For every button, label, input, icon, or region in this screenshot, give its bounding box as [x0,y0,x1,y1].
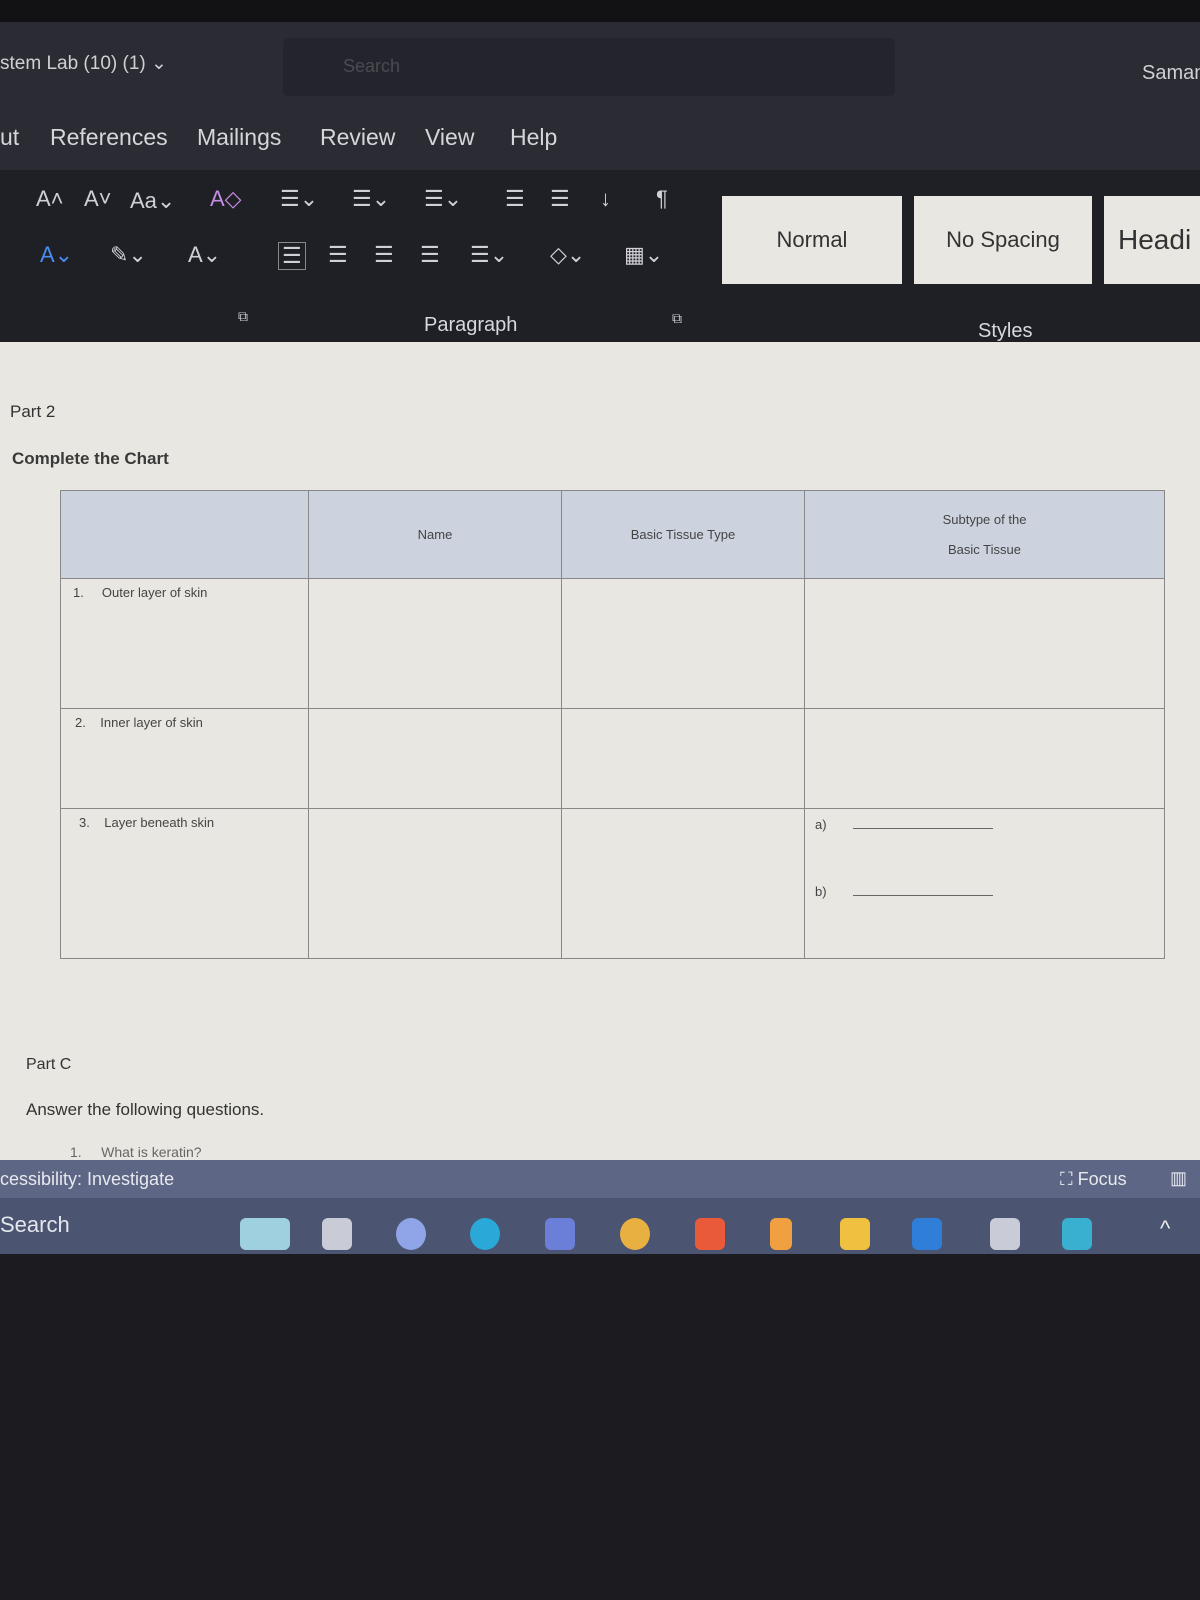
header-subtype[interactable]: Subtype of the Basic Tissue [804,490,1165,579]
table-row: 1. Outer layer of skin [60,578,1165,709]
bullets-icon[interactable]: ☰⌄ [280,186,318,212]
office-icon[interactable] [695,1218,725,1250]
change-case-icon[interactable]: Aa⌄ [130,188,175,214]
style-heading[interactable]: Headi [1104,196,1200,284]
chevron-up-icon[interactable]: ^ [1160,1216,1170,1242]
header-basic-tissue-type[interactable]: Basic Tissue Type [561,490,805,579]
printer-icon[interactable] [990,1218,1020,1250]
file-icon[interactable] [770,1218,792,1250]
teams-icon[interactable] [545,1218,575,1250]
tissue-chart-table: Name Basic Tissue Type Subtype of the Bas… [60,490,1165,959]
file-explorer-icon[interactable] [840,1218,870,1250]
table-row: 3. Layer beneath skin a) b) [60,808,1165,959]
blank-line [852,895,993,896]
font-dialog-launcher-icon[interactable]: ⧉ [238,308,248,325]
chat-icon[interactable] [396,1218,426,1250]
instruction-text: Complete the Chart [12,449,169,468]
status-bar: cessibility: Investigate ⛶ Focus ▥ [0,1160,1200,1198]
document-title[interactable]: stem Lab (10) (1) ⌄ [0,52,167,75]
focus-button[interactable]: ⛶ Focus [1060,1169,1127,1190]
taskbar-search[interactable]: Search [0,1212,70,1238]
text-effects-icon[interactable]: A⌄ [40,242,73,268]
line-spacing-icon[interactable]: ☰⌄ [470,242,508,268]
chrome-icon[interactable] [620,1218,650,1250]
screen-bezel [0,0,1200,22]
paragraph-group-label: Paragraph [424,314,518,336]
numbering-icon[interactable]: ☰⌄ [352,186,390,212]
ribbon-tabs: ut References Mailings Review View Help [0,110,1200,170]
tab-mailings[interactable]: Mailings [197,124,281,151]
row-label-cell[interactable]: 1. Outer layer of skin [60,578,309,709]
table-row: 2. Inner layer of skin [60,708,1165,809]
word-icon[interactable] [912,1218,942,1250]
read-mode-icon[interactable]: ▥ [1170,1168,1187,1189]
decrease-indent-icon[interactable]: ☰ [505,186,525,212]
multilevel-list-icon[interactable]: ☰⌄ [424,186,462,212]
row-label-cell[interactable]: 2. Inner layer of skin [60,708,309,809]
mail-icon[interactable] [1062,1218,1092,1250]
shrink-font-icon[interactable]: A˅ [84,186,112,212]
increase-indent-icon[interactable]: ☰ [550,186,570,212]
tab-layout[interactable]: ut [0,124,19,151]
style-normal[interactable]: Normal [722,196,902,284]
row-label-cell[interactable]: 3. Layer beneath skin [60,808,309,959]
borders-icon[interactable]: ▦⌄ [624,242,663,268]
subtype-cell[interactable] [804,708,1165,809]
name-cell[interactable] [308,808,562,959]
shading-icon[interactable]: ◇⌄ [550,242,585,268]
chevron-down-icon: ⌄ [151,53,167,74]
blank-line [852,828,993,829]
search-input[interactable]: Search [283,38,895,96]
partC-instruction: Answer the following questions. [26,1100,265,1119]
subtype-cell[interactable] [804,578,1165,709]
tissue-type-cell[interactable] [561,808,805,959]
subtype-b[interactable]: b) [815,884,1154,899]
sort-icon[interactable]: ↓ [600,186,611,212]
partC-heading: Part C [26,1056,72,1073]
styles-group-label: Styles [978,320,1033,342]
tab-help[interactable]: Help [510,124,557,151]
align-right-icon[interactable]: ☰ [374,242,394,268]
grow-font-icon[interactable]: A˄ [36,186,64,212]
widgets-icon[interactable] [240,1218,290,1250]
align-center-icon[interactable]: ☰ [328,242,348,268]
paragraph-dialog-launcher-icon[interactable]: ⧉ [672,310,682,327]
font-color-icon[interactable]: A⌄ [188,242,221,268]
name-cell[interactable] [308,708,562,809]
accessibility-status[interactable]: cessibility: Investigate [0,1169,174,1190]
tab-references[interactable]: References [50,124,168,151]
focus-icon: ⛶ [1060,1169,1073,1189]
tissue-type-cell[interactable] [561,708,805,809]
align-left-icon[interactable]: ☰ [278,242,306,270]
style-no-spacing[interactable]: No Spacing [914,196,1092,284]
taskbar: Search [0,1198,1200,1254]
user-name[interactable]: Saman [1142,62,1200,85]
task-view-icon[interactable] [322,1218,352,1250]
highlight-icon[interactable]: ✎⌄ [110,242,147,268]
tab-review[interactable]: Review [320,124,395,151]
subtype-a[interactable]: a) [815,817,1154,832]
edge-icon[interactable] [470,1218,500,1250]
subtype-cell[interactable]: a) b) [804,808,1165,959]
header-cell-blank[interactable] [60,490,309,579]
name-cell[interactable] [308,578,562,709]
pilcrow-icon[interactable]: ¶ [656,186,668,212]
tissue-type-cell[interactable] [561,578,805,709]
tab-view[interactable]: View [425,124,474,151]
part2-heading: Part 2 [10,402,56,421]
header-name[interactable]: Name [308,490,562,579]
justify-icon[interactable]: ☰ [420,242,440,268]
clear-formatting-icon[interactable]: A◇ [210,186,242,212]
question-1[interactable]: 1. What is keratin? [70,1144,202,1160]
